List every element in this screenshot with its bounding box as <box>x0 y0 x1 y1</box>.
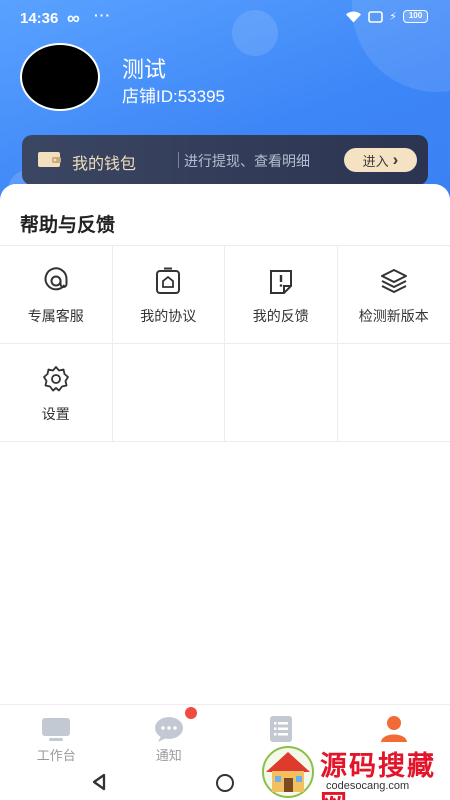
enter-label: 进入 <box>362 153 389 169</box>
wallet-subtitle: 进行提现、查看明细 <box>184 153 310 169</box>
watermark-house-logo <box>262 746 314 798</box>
header-background: 14:36 ∞ ··· ⚡ 100 测试 店铺ID:53395 我的钱包 进行提… <box>0 0 450 210</box>
watermark: 源码搜藏网 codesocang.com <box>256 740 450 800</box>
help-grid-empty-cell <box>225 344 338 442</box>
avatar[interactable] <box>20 43 100 111</box>
section-title: 帮助与反馈 <box>20 215 116 236</box>
infinity-icon: ∞ <box>67 8 80 28</box>
shop-name: 测试 <box>122 57 167 82</box>
shop-id: 店铺ID:53395 <box>122 87 225 106</box>
wallet-card[interactable]: 我的钱包 进行提现、查看明细 进入 › <box>22 135 428 185</box>
help-item-check-version[interactable]: 检测新版本 <box>337 246 450 344</box>
tab-label: 通知 <box>155 748 182 763</box>
divider <box>178 152 179 168</box>
wifi-icon <box>346 11 362 23</box>
help-grid: 专属客服 我的协议 我的反馈 检测新版本 设置 <box>0 245 450 442</box>
back-triangle-icon[interactable] <box>90 772 108 792</box>
wallet-title: 我的钱包 <box>72 156 137 173</box>
watermark-url: codesocang.com <box>326 780 410 792</box>
more-notifications-icon: ··· <box>94 7 111 23</box>
person-icon <box>380 716 407 742</box>
agreement-icon <box>156 267 181 294</box>
help-item-feedback[interactable]: 我的反馈 <box>225 246 338 344</box>
monitor-icon <box>42 718 71 741</box>
help-item-label: 我的反馈 <box>252 308 309 324</box>
feedback-icon <box>269 270 292 294</box>
help-feedback-card: 帮助与反馈 专属客服 我的协议 我的反馈 检测新版本 设置 <box>0 184 450 704</box>
help-item-settings[interactable]: 设置 <box>0 344 113 442</box>
screen-cast-icon <box>368 10 384 23</box>
chevron-right-icon: › <box>392 150 399 169</box>
help-grid-empty-cell <box>337 344 450 442</box>
wallet-icon <box>38 152 61 167</box>
layers-icon <box>380 269 407 293</box>
tab-workbench[interactable]: 工作台 <box>0 705 113 767</box>
status-time: 14:36 <box>20 10 59 27</box>
gear-icon <box>42 366 69 392</box>
help-item-agreement[interactable]: 我的协议 <box>112 246 225 344</box>
notification-badge <box>184 707 197 719</box>
tab-notifications[interactable]: 通知 <box>113 705 226 767</box>
list-icon <box>270 716 293 742</box>
tab-label: 工作台 <box>36 748 76 763</box>
help-item-label: 设置 <box>41 406 70 422</box>
help-item-label: 专属客服 <box>27 308 84 324</box>
help-item-label: 我的协议 <box>140 308 197 324</box>
battery-icon: 100 <box>403 10 428 23</box>
help-item-label: 检测新版本 <box>358 308 429 324</box>
home-circle-icon[interactable] <box>216 774 234 792</box>
at-icon <box>44 267 68 291</box>
help-item-customer-service[interactable]: 专属客服 <box>0 246 113 344</box>
wallet-enter-button[interactable]: 进入 › <box>344 148 417 172</box>
charging-icon: ⚡ <box>389 11 397 23</box>
chat-bubble-icon <box>154 717 183 742</box>
status-bar: 14:36 ∞ ··· ⚡ 100 <box>0 0 450 38</box>
help-grid-empty-cell <box>112 344 225 442</box>
